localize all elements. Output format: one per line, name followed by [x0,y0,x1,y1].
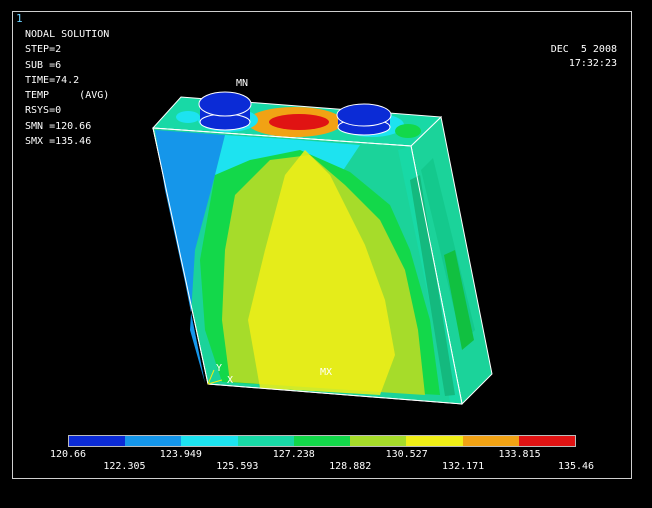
legend-swatch [462,436,519,446]
legend-swatch [293,436,351,446]
min-marker: MN [236,78,249,89]
green-spot-left [176,111,200,123]
legend-tick-label: 127.238 [272,449,315,460]
legend-tick-label: 135.46 [557,461,595,472]
legend-tick-label: 123.949 [159,449,202,460]
legend-tick-label: 122.305 [103,461,146,472]
legend-tick-label: 128.882 [329,461,372,472]
legend-swatch [406,436,463,446]
terminal-left-top [198,91,252,117]
model-view[interactable] [0,0,652,508]
axis-x-label: X [227,375,234,386]
hot-core [269,114,329,130]
legend-tick-label: 130.527 [385,449,428,460]
contour-legend-bar [68,435,576,447]
legend-swatch [181,436,238,446]
legend-swatch [350,436,407,446]
axis-y-label: Y [216,363,223,374]
legend-tick-label: 120.66 [49,449,87,460]
max-marker: MX [320,367,333,378]
green-spot [395,124,421,138]
terminal-right-top [336,103,392,127]
legend-swatch [237,436,294,446]
legend-swatch [69,436,126,446]
legend-tick-label: 125.593 [216,461,259,472]
legend-tick-label: 132.171 [442,461,485,472]
legend-tick-label: 133.815 [498,449,541,460]
legend-swatch [125,436,182,446]
legend-swatch [518,436,575,446]
